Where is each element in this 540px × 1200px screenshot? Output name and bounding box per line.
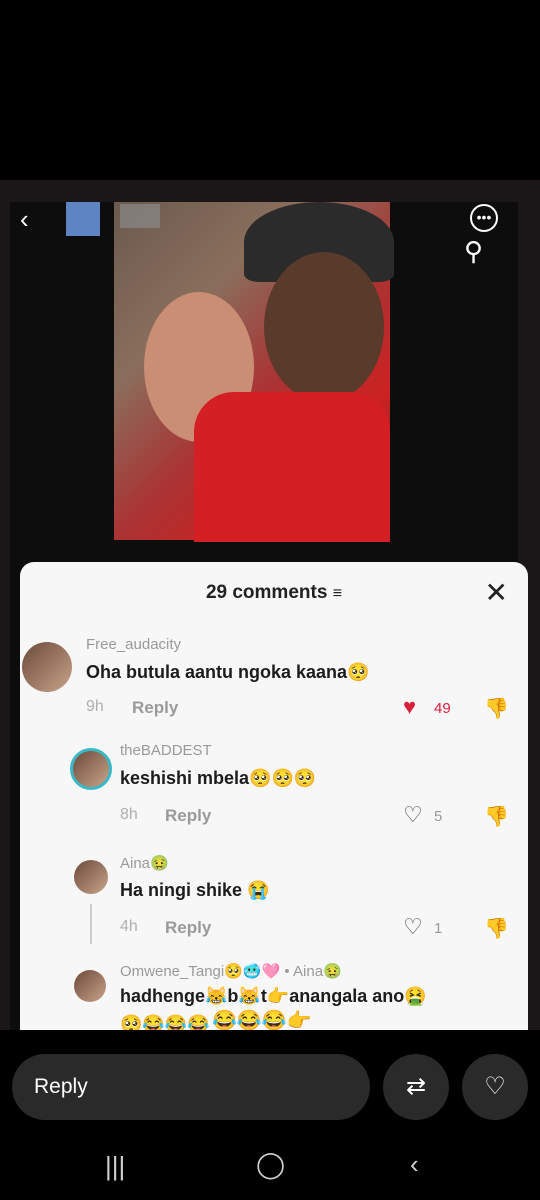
comment-time: 9h [86, 698, 104, 715]
heart-outline-icon: ♡ [484, 1073, 506, 1100]
back-nav-icon[interactable]: ‹ [410, 1149, 419, 1180]
comment-item: theBADDEST keshishi mbela🥺🥺🥺 8h Reply ♡ … [20, 734, 528, 834]
story-thumbnail-blurred [120, 204, 160, 228]
comment-item: Free_audacity Oha butula aantu ngoka kaa… [20, 622, 528, 722]
photo-shirt [194, 392, 390, 542]
dislike-icon[interactable]: 👎 [484, 916, 509, 941]
close-icon[interactable]: ✕ [485, 576, 508, 609]
repost-icon: ⇄ [405, 1073, 427, 1100]
photo-face-right [264, 252, 384, 402]
comment-text-continued: 🥺😂😂😂 [120, 1014, 210, 1030]
avatar [74, 970, 106, 1002]
comments-title: 29 comments ≡ [20, 582, 528, 604]
comment-text: Oha butula aantu ngoka kaana🥺 [86, 662, 370, 682]
comment-username[interactable]: Omwene_Tangi🥺🥶🩷 • Aina🤢 [120, 962, 342, 980]
like-count: 49 [434, 700, 451, 717]
heart-outline-icon[interactable]: ♡ [403, 914, 423, 940]
reply-button[interactable]: Reply [165, 806, 211, 826]
comment-text: keshishi mbela🥺🥺🥺 [120, 768, 317, 788]
story-photo [114, 202, 394, 542]
repost-button[interactable]: ⇄ [383, 1054, 449, 1120]
reply-input[interactable]: Reply [12, 1054, 370, 1120]
more-options-icon[interactable]: ••• [470, 204, 498, 232]
filter-icon: ≡ [332, 585, 343, 602]
thread-line [90, 904, 92, 944]
heart-icon[interactable]: ♥ [403, 694, 416, 720]
android-nav-bar: ||| ◯ ‹ [0, 1145, 540, 1195]
comment-username[interactable]: theBADDEST [120, 742, 212, 759]
avatar [70, 748, 112, 790]
story-screenshot: 29 comments ≡ ✕ Free_audacity Oha butula… [10, 202, 528, 1030]
comment-time: 4h [120, 918, 138, 935]
comments-sheet: 29 comments ≡ ✕ Free_audacity Oha butula… [20, 562, 528, 1030]
like-count: 1 [434, 920, 443, 937]
like-count: 5 [434, 808, 443, 825]
heart-outline-icon[interactable]: ♡ [403, 802, 423, 828]
recent-apps-icon[interactable]: ||| [105, 1151, 125, 1182]
reply-button[interactable]: Reply [165, 918, 211, 938]
story-view: 29 comments ≡ ✕ Free_audacity Oha butula… [0, 180, 540, 1030]
overlay-emojis: 😂😂😂👉 [212, 1010, 312, 1030]
dislike-icon[interactable]: 👎 [484, 696, 509, 721]
avatar [22, 642, 72, 692]
avatar [74, 860, 108, 894]
comment-text: hadhenge😹b😹t👉anangala ano🤮 [120, 986, 427, 1006]
comment-username[interactable]: Free_audacity [86, 636, 181, 653]
comment-item: Aina🤢 Ha ningi shike 😭 4h Reply ♡ 1 👎 [20, 846, 528, 946]
bottom-bar: Reply ⇄ ♡ ||| ◯ ‹ [0, 1030, 540, 1200]
back-icon[interactable]: ‹ [20, 204, 29, 235]
search-icon[interactable]: ⚲ [464, 236, 483, 267]
comment-time: 8h [120, 806, 138, 823]
reply-button[interactable]: Reply [132, 698, 178, 718]
comment-username[interactable]: Aina🤢 [120, 854, 169, 872]
comments-count: 29 comments [205, 582, 328, 603]
dislike-icon[interactable]: 👎 [484, 804, 509, 829]
home-icon[interactable]: ◯ [256, 1149, 285, 1180]
comment-text: Ha ningi shike 😭 [120, 880, 270, 900]
story-thumbnail [66, 202, 100, 236]
like-button[interactable]: ♡ [462, 1054, 528, 1120]
